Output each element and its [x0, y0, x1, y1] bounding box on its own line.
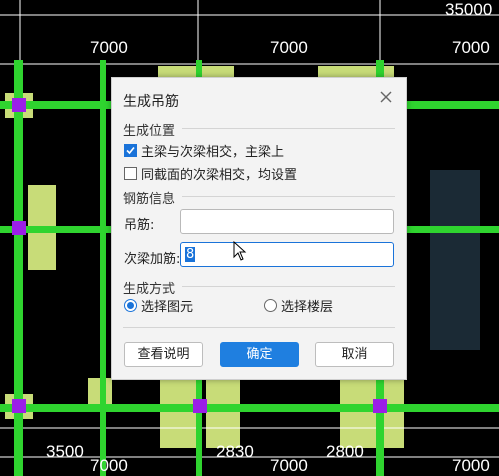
close-icon[interactable]: [377, 88, 395, 106]
dimension-top-1: 7000: [90, 38, 128, 57]
check-main-secondary-label: 主梁与次梁相交，主梁上: [141, 145, 285, 160]
secondary-add-label: 次梁加筋:: [124, 252, 181, 267]
radio-select-element[interactable]: 选择图元: [124, 296, 193, 315]
ok-button[interactable]: 确定: [220, 342, 299, 367]
dimension-top-2: 7000: [270, 38, 308, 57]
section-method-heading: 生成方式: [123, 282, 176, 297]
dimension-bottom-2: 7000: [270, 456, 308, 475]
section-divider: [182, 286, 395, 287]
secondary-add-value: 8: [185, 247, 196, 262]
radio-select-floor-label: 选择楼层: [281, 300, 334, 315]
radio-select-element-label: 选择图元: [141, 300, 194, 315]
radio-select-floor[interactable]: 选择楼层: [264, 296, 333, 315]
dimension-bottom-inner-2: 2830: [216, 442, 254, 461]
secondary-add-input[interactable]: 8: [180, 242, 394, 267]
check-same-section-label: 同截面的次梁相交，均设置: [141, 168, 298, 183]
check-same-section[interactable]: 同截面的次梁相交，均设置: [124, 164, 297, 183]
checkbox-unchecked-icon[interactable]: [124, 167, 137, 180]
radio-unselected-icon[interactable]: [264, 299, 277, 312]
generate-hanger-dialog: 生成吊筋 生成位置 主梁与次梁相交，主梁上 同截面的次梁相交，均设置 钢筋信息 …: [111, 77, 407, 380]
check-main-secondary[interactable]: 主梁与次梁相交，主梁上: [124, 141, 284, 160]
dimension-bottom-inner-1: 3500: [46, 442, 84, 461]
section-divider: [182, 128, 395, 129]
dimension-top-3: 7000: [452, 38, 490, 57]
dimension-bottom-3: 7000: [452, 456, 490, 475]
dimension-total: 35000: [445, 0, 493, 19]
section-divider: [182, 196, 395, 197]
checkbox-checked-icon[interactable]: [124, 144, 137, 157]
mouse-cursor-icon: [233, 241, 247, 261]
dimension-bottom-1: 7000: [90, 456, 128, 475]
footer-divider: [123, 327, 395, 328]
section-rebar-heading: 钢筋信息: [123, 192, 176, 207]
dimension-bottom-inner-3: 2800: [326, 442, 364, 461]
section-position-heading: 生成位置: [123, 124, 176, 139]
radio-selected-icon[interactable]: [124, 299, 137, 312]
dialog-title: 生成吊筋: [123, 94, 179, 110]
cancel-button[interactable]: 取消: [315, 342, 394, 367]
help-button[interactable]: 查看说明: [124, 342, 203, 367]
hanger-label: 吊筋:: [124, 218, 155, 233]
hanger-input[interactable]: [180, 209, 394, 234]
